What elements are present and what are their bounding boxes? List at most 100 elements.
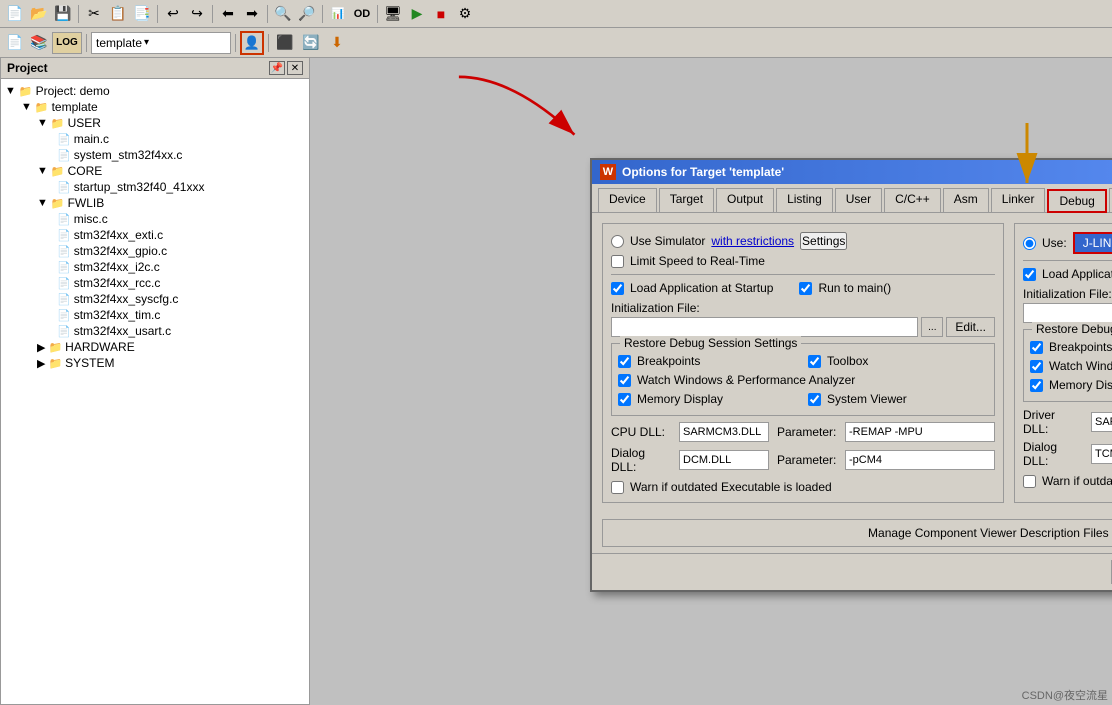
use-radio[interactable] — [1023, 237, 1036, 250]
tree-system-c[interactable]: 📄 system_stm32f4xx.c — [5, 147, 305, 163]
options-target-btn[interactable]: 👤 — [240, 31, 264, 55]
with-restrictions-link[interactable]: with restrictions — [711, 234, 794, 248]
cpu-param-input[interactable] — [845, 422, 995, 442]
target-btn[interactable]: 🖥 — [382, 3, 404, 25]
panel-pin-btn[interactable]: 📌 — [269, 61, 285, 75]
tree-hardware-folder[interactable]: ▶ 📁 HARDWARE — [5, 339, 305, 355]
tree-user-folder[interactable]: ▼ 📁 USER — [5, 115, 305, 131]
jlink-dropdown[interactable]: J-LINK / J-TRACE Cortex — [1073, 232, 1112, 254]
cut-btn[interactable]: ✂ — [83, 3, 105, 25]
tree-main-c[interactable]: 📄 main.c — [5, 131, 305, 147]
tree-gpio[interactable]: 📄 stm32f4xx_gpio.c — [5, 243, 305, 259]
init-edit-btn-left[interactable]: Edit... — [946, 317, 995, 337]
zoom-btn[interactable]: 🔎 — [296, 3, 318, 25]
hardware-folder-icon: 📁 — [48, 341, 62, 354]
tab-linker[interactable]: Linker — [991, 188, 1046, 212]
content-area: W Options for Target 'template' × Device… — [310, 58, 1112, 705]
tab-asm[interactable]: Asm — [943, 188, 989, 212]
load-app-checkbox-left[interactable] — [611, 282, 624, 295]
tree-root[interactable]: ▼ 📁 Project: demo — [5, 83, 305, 99]
save-btn[interactable]: 💾 — [52, 3, 74, 25]
build-all-btn[interactable]: ⬛ — [273, 31, 297, 55]
multifile-btn[interactable]: 📚 — [28, 32, 50, 54]
tree-fwlib-folder[interactable]: ▼ 📁 FWLIB — [5, 195, 305, 211]
breakpoints-checkbox-left[interactable] — [618, 355, 631, 368]
load-app-checkbox-right[interactable] — [1023, 268, 1036, 281]
download-btn[interactable]: ⬇ — [325, 31, 349, 55]
use-simulator-radio[interactable] — [611, 235, 624, 248]
tree-syscfg[interactable]: 📄 stm32f4xx_syscfg.c — [5, 291, 305, 307]
panel-close-btn[interactable]: ✕ — [287, 61, 303, 75]
memory-display-checkbox-left[interactable] — [618, 393, 631, 406]
watch-windows-checkbox-left[interactable] — [618, 374, 631, 387]
dialog-dll-input-left[interactable] — [679, 450, 769, 470]
rebuild-btn[interactable]: 🔄 — [299, 31, 323, 55]
target-dropdown[interactable]: template ▾ — [91, 32, 231, 54]
limit-speed-checkbox[interactable] — [611, 255, 624, 268]
init-browse-btn-left[interactable]: ... — [921, 317, 943, 337]
tree-misc[interactable]: 📄 misc.c — [5, 211, 305, 227]
tree-usart[interactable]: 📄 stm32f4xx_usart.c — [5, 323, 305, 339]
sep7 — [86, 34, 87, 52]
tab-user[interactable]: User — [835, 188, 882, 212]
usart-icon: 📄 — [57, 325, 71, 338]
dialog-dll-input-right[interactable] — [1091, 444, 1112, 464]
tab-cpp[interactable]: C/C++ — [884, 188, 941, 212]
breakpoints-checkbox-right[interactable] — [1030, 341, 1043, 354]
cpu-dll-label: CPU DLL: — [611, 425, 671, 439]
tab-device[interactable]: Device — [598, 188, 657, 212]
dialog-titlebar: W Options for Target 'template' × — [592, 160, 1112, 184]
new-btn[interactable]: 📄 — [4, 3, 26, 25]
gpio-icon: 📄 — [57, 245, 71, 258]
tab-output[interactable]: Output — [716, 188, 774, 212]
watch-windows-checkbox-right[interactable] — [1030, 360, 1043, 373]
tree-rcc[interactable]: 📄 stm32f4xx_rcc.c — [5, 275, 305, 291]
use-label: Use: — [1042, 236, 1067, 250]
manage-component-btn[interactable]: Manage Component Viewer Description File… — [602, 519, 1112, 547]
warn-checkbox-left[interactable] — [611, 481, 624, 494]
memory-display-checkbox-right[interactable] — [1030, 379, 1043, 392]
build-btn[interactable]: 📊 — [327, 3, 349, 25]
tab-debug[interactable]: Debug — [1047, 189, 1106, 213]
load-app-row-left: Load Application at Startup Run to main(… — [611, 281, 995, 295]
warn-checkbox-right[interactable] — [1023, 475, 1036, 488]
tree-core-folder[interactable]: ▼ 📁 CORE — [5, 163, 305, 179]
run-btn[interactable]: ▶ — [406, 3, 428, 25]
simulator-settings-btn[interactable]: Settings — [800, 232, 847, 250]
paste-btn[interactable]: 📑 — [131, 3, 153, 25]
dialog-param-input-left[interactable] — [845, 450, 995, 470]
tree-tim[interactable]: 📄 stm32f4xx_tim.c — [5, 307, 305, 323]
tree-system-folder[interactable]: ▶ 📁 SYSTEM — [5, 355, 305, 371]
driver-dll-row: Driver DLL: Parameter: — [1023, 408, 1112, 436]
fwlib-folder-icon: 📁 — [51, 197, 65, 210]
tree-startup[interactable]: 📄 startup_stm32f40_41xxx — [5, 179, 305, 195]
driver-dll-input[interactable] — [1091, 412, 1112, 432]
tree-i2c[interactable]: 📄 stm32f4xx_i2c.c — [5, 259, 305, 275]
tab-target[interactable]: Target — [659, 188, 714, 212]
stop-btn[interactable]: ■ — [430, 3, 452, 25]
toolbox-checkbox-left[interactable] — [808, 355, 821, 368]
copy-btn[interactable]: 📋 — [107, 3, 129, 25]
redo-btn[interactable]: ↪ — [186, 3, 208, 25]
od-btn[interactable]: OD — [351, 3, 373, 25]
system-viewer-checkbox-left[interactable] — [808, 393, 821, 406]
settings-gear-btn[interactable]: ⚙ — [454, 3, 476, 25]
tree-exti[interactable]: 📄 stm32f4xx_exti.c — [5, 227, 305, 243]
forward-btn[interactable]: ➡ — [241, 3, 263, 25]
back-btn[interactable]: ⬅ — [217, 3, 239, 25]
logo-btn[interactable]: LOG — [52, 32, 82, 54]
cpu-dll-input[interactable] — [679, 422, 769, 442]
new2-btn[interactable]: 📄 — [4, 32, 26, 54]
init-file-section-left: Initialization File: ... Edit... — [611, 301, 995, 337]
init-file-input-right[interactable] — [1023, 303, 1112, 323]
tree-template[interactable]: ▼ 📁 template — [5, 99, 305, 115]
tab-listing[interactable]: Listing — [776, 188, 833, 212]
use-row: Use: J-LINK / J-TRACE Cortex Settings — [1023, 232, 1112, 254]
breakpoints-label-left: Breakpoints — [637, 354, 700, 368]
undo-btn[interactable]: ↩ — [162, 3, 184, 25]
run-to-main-checkbox-left[interactable] — [799, 282, 812, 295]
init-file-input-left[interactable] — [611, 317, 918, 337]
search-btn[interactable]: 🔍 — [272, 3, 294, 25]
open-btn[interactable]: 📂 — [28, 3, 50, 25]
dialog-param-label-left: Parameter: — [777, 453, 837, 467]
